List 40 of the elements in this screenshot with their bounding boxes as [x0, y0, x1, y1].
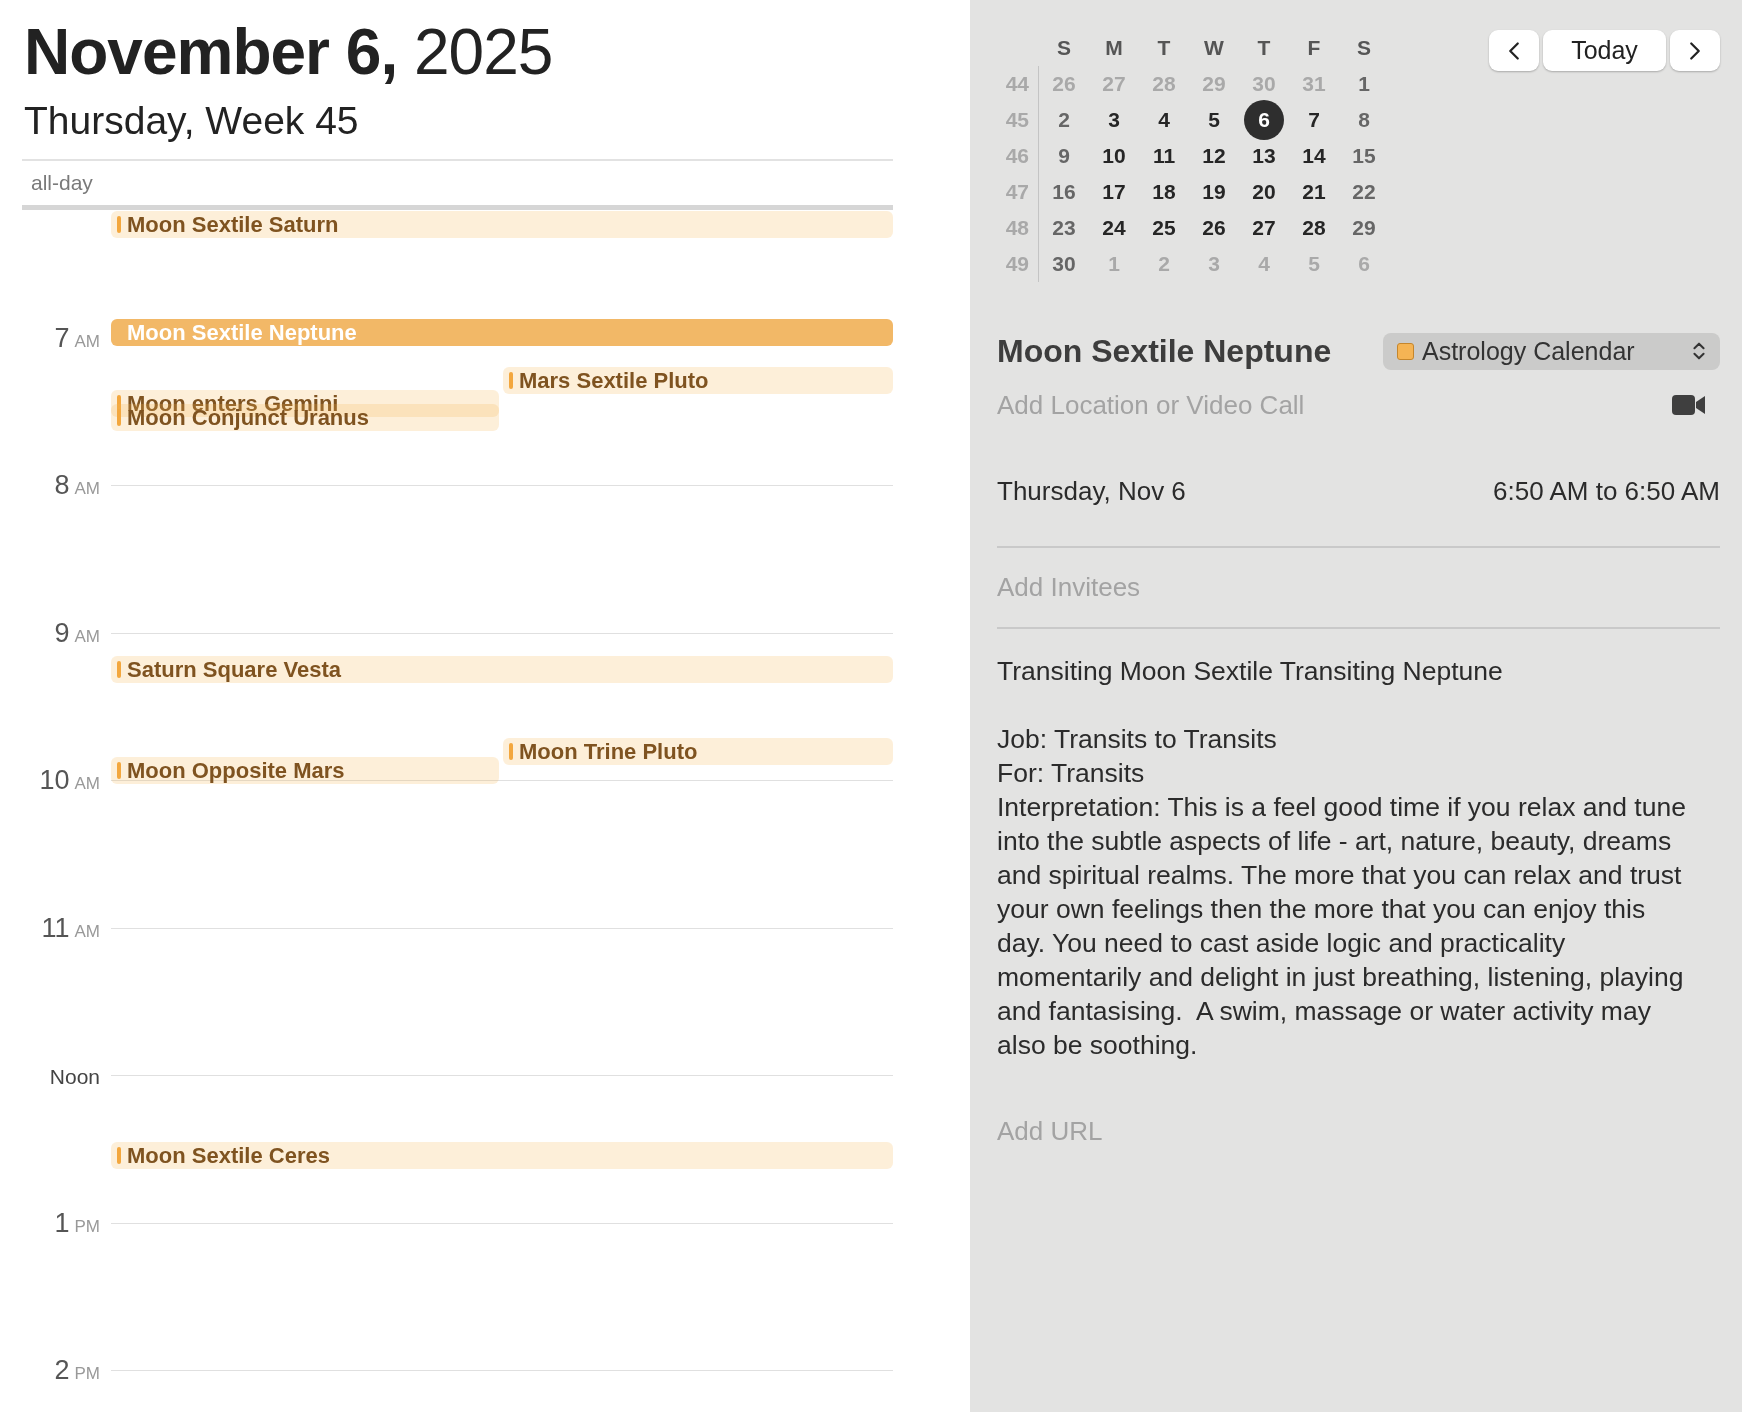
- weekday-header: W: [1203, 35, 1225, 61]
- today-button[interactable]: Today: [1543, 30, 1666, 71]
- video-camera-icon[interactable]: [1672, 394, 1706, 416]
- weekday-header: F: [1306, 35, 1322, 61]
- next-button[interactable]: [1670, 30, 1720, 71]
- event-date[interactable]: Thursday, Nov 6: [997, 474, 1186, 508]
- calendar-event[interactable]: Moon Opposite Mars: [111, 757, 499, 784]
- weekday-header: T: [1256, 35, 1272, 61]
- date-title: November 6, 2025: [24, 15, 554, 90]
- weekday-header: S: [1056, 35, 1072, 61]
- event-title[interactable]: Moon Sextile Neptune: [997, 332, 1332, 370]
- week-number: 48: [995, 210, 1039, 246]
- hour-label: 2 PM: [53, 1354, 100, 1387]
- hour-label: 1 PM: [53, 1206, 100, 1240]
- hour-label: 11 AM: [40, 911, 100, 945]
- calendar-event[interactable]: Moon Trine Pluto: [503, 738, 893, 765]
- hour-label: 8 AM: [53, 469, 100, 502]
- week-number: 49: [995, 246, 1039, 282]
- week-number: 44: [995, 66, 1039, 102]
- hour-label: 7 AM: [53, 321, 100, 355]
- calendar-event[interactable]: Moon Sextile Ceres: [111, 1142, 893, 1169]
- date-subtitle: Thursday, Week 45: [24, 98, 360, 144]
- all-day-label: all-day: [30, 171, 93, 195]
- event-time[interactable]: 6:50 AM to 6:50 AM: [1493, 474, 1720, 508]
- calendar-event[interactable]: Saturn Square Vesta: [111, 656, 893, 683]
- weekday-header: S: [1356, 35, 1372, 61]
- hour-label: 9 AM: [53, 616, 100, 650]
- week-number: 46: [995, 138, 1039, 174]
- calendar-select[interactable]: Astrology Calendar: [1383, 332, 1720, 370]
- event-notes[interactable]: Transiting Moon Sextile Transiting Neptune Job: Transits to Transits For: Transits Interpretation: This is a feel good time if you relax and tune into the subtle aspects of life - art, nature, beauty, dreams and spiritual realms. The more that you can relax and trust your own feelings then the more that you can enjoy this day. You need to cast aside logic and practicality momentarily and delight in just breathing, listening, playing and fantasising. A swim, massage or water activity may also be soothing.: [997, 654, 1697, 1062]
- hour-label: 10 AM: [38, 764, 100, 797]
- calendar-day[interactable]: 6: [1244, 100, 1284, 140]
- weekday-header: T: [1156, 35, 1172, 61]
- calendar-event[interactable]: Moon Sextile Saturn: [111, 211, 893, 238]
- week-number: 47: [995, 174, 1039, 210]
- calendar-event[interactable]: Mars Sextile Pluto: [503, 367, 893, 394]
- previous-button[interactable]: [1489, 30, 1539, 71]
- hour-label: Noon: [48, 1064, 100, 1090]
- week-number: 45: [995, 102, 1039, 138]
- weekday-header: M: [1104, 35, 1124, 61]
